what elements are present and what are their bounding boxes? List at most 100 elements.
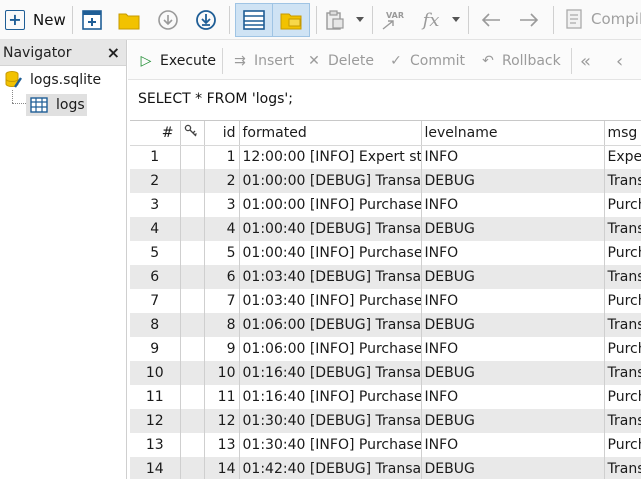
rollback-button[interactable]: ↶ Rollback	[480, 50, 561, 72]
formated-cell[interactable]: 01:00:40 [INFO] Purchase...	[239, 241, 422, 265]
key-cell[interactable]	[180, 361, 205, 385]
open-folder-icon[interactable]	[117, 8, 141, 32]
close-icon[interactable]: ×	[107, 43, 120, 62]
key-cell[interactable]	[180, 241, 205, 265]
row-number-cell[interactable]: 12	[130, 409, 181, 433]
key-cell[interactable]	[180, 265, 205, 289]
key-cell[interactable]	[180, 169, 205, 193]
msg-cell[interactable]: Transa	[604, 217, 641, 241]
table-row[interactable]: 2201:00:00 [DEBUG] Transa...DEBUGTransa	[130, 169, 641, 193]
previous-page-icon[interactable]: ‹	[616, 50, 623, 72]
tree-item-database[interactable]: logs.sqlite	[4, 70, 101, 90]
levelname-cell[interactable]: INFO	[421, 289, 605, 313]
formated-cell[interactable]: 01:06:00 [INFO] Purchase...	[239, 337, 422, 361]
msg-cell[interactable]: Transa	[604, 409, 641, 433]
id-cell[interactable]: 2	[204, 169, 240, 193]
insert-button[interactable]: ⇉ Insert	[232, 50, 294, 72]
formated-cell[interactable]: 12:00:00 [INFO] Expert st...	[239, 145, 422, 169]
column-header-rownum[interactable]: #	[130, 121, 181, 146]
levelname-cell[interactable]: DEBUG	[421, 361, 605, 385]
id-cell[interactable]: 7	[204, 289, 240, 313]
msg-cell[interactable]: Purcha	[604, 337, 641, 361]
column-header-levelname[interactable]: levelname	[421, 121, 605, 146]
formated-cell[interactable]: 01:00:00 [DEBUG] Transa...	[239, 169, 422, 193]
levelname-cell[interactable]: INFO	[421, 193, 605, 217]
commit-button[interactable]: ✓ Commit	[388, 50, 465, 72]
levelname-cell[interactable]: INFO	[421, 433, 605, 457]
table-row[interactable]: 1112:00:00 [INFO] Expert st...INFOExpert	[130, 145, 641, 169]
msg-cell[interactable]: Transa	[604, 361, 641, 385]
chevron-down-icon[interactable]	[452, 17, 460, 22]
row-number-cell[interactable]: 10	[130, 361, 181, 385]
id-cell[interactable]: 14	[204, 457, 240, 479]
column-header-formated[interactable]: formated	[239, 121, 422, 146]
table-row[interactable]: 8801:06:00 [DEBUG] Transa...DEBUGTransa	[130, 313, 641, 337]
row-number-cell[interactable]: 1	[130, 145, 181, 169]
msg-cell[interactable]: Transa	[604, 457, 641, 479]
tree-item-table-logs[interactable]: logs	[26, 94, 87, 116]
id-cell[interactable]: 6	[204, 265, 240, 289]
function-icon[interactable]: fx	[419, 8, 443, 32]
key-cell[interactable]	[180, 433, 205, 457]
formated-cell[interactable]: 01:42:40 [DEBUG] Transa...	[239, 457, 422, 479]
formated-cell[interactable]: 01:00:00 [INFO] Purchase...	[239, 193, 422, 217]
table-row[interactable]: 111101:16:40 [INFO] Purchase...INFOPurch…	[130, 385, 641, 409]
levelname-cell[interactable]: DEBUG	[421, 409, 605, 433]
sql-query-text[interactable]: SELECT * FROM 'logs';	[138, 91, 293, 107]
column-header-msg[interactable]: msg	[604, 121, 641, 146]
chevron-down-icon[interactable]	[356, 17, 364, 22]
msg-cell[interactable]: Transa	[604, 313, 641, 337]
key-cell[interactable]	[180, 385, 205, 409]
formated-cell[interactable]: 01:16:40 [DEBUG] Transa...	[239, 361, 422, 385]
key-cell[interactable]	[180, 217, 205, 241]
msg-cell[interactable]: Purcha	[604, 241, 641, 265]
save-download-icon[interactable]	[194, 8, 218, 32]
levelname-cell[interactable]: DEBUG	[421, 217, 605, 241]
table-row[interactable]: 9901:06:00 [INFO] Purchase...INFOPurcha	[130, 337, 641, 361]
compile-button[interactable]: Compile	[565, 8, 641, 30]
table-row[interactable]: 5501:00:40 [INFO] Purchase...INFOPurcha	[130, 241, 641, 265]
row-number-cell[interactable]: 3	[130, 193, 181, 217]
key-cell[interactable]	[180, 457, 205, 479]
row-number-cell[interactable]: 9	[130, 337, 181, 361]
msg-cell[interactable]: Expert	[604, 145, 641, 169]
id-cell[interactable]: 10	[204, 361, 240, 385]
id-cell[interactable]: 1	[204, 145, 240, 169]
column-header-id[interactable]: id	[204, 121, 240, 146]
forward-arrow-icon[interactable]	[517, 8, 541, 32]
formated-cell[interactable]: 01:30:40 [DEBUG] Transa...	[239, 409, 422, 433]
delete-button[interactable]: ✕ Delete	[306, 50, 374, 72]
table-row[interactable]: 141401:42:40 [DEBUG] Transa...DEBUGTrans…	[130, 457, 641, 479]
id-cell[interactable]: 13	[204, 433, 240, 457]
levelname-cell[interactable]: INFO	[421, 385, 605, 409]
column-header-key[interactable]	[180, 121, 205, 146]
key-cell[interactable]	[180, 193, 205, 217]
id-cell[interactable]: 5	[204, 241, 240, 265]
levelname-cell[interactable]: INFO	[421, 241, 605, 265]
id-cell[interactable]: 8	[204, 313, 240, 337]
msg-cell[interactable]: Transa	[604, 169, 641, 193]
id-cell[interactable]: 11	[204, 385, 240, 409]
row-number-cell[interactable]: 14	[130, 457, 181, 479]
formated-cell[interactable]: 01:03:40 [DEBUG] Transa...	[239, 265, 422, 289]
id-cell[interactable]: 12	[204, 409, 240, 433]
download-icon[interactable]	[156, 8, 180, 32]
levelname-cell[interactable]: INFO	[421, 337, 605, 361]
key-cell[interactable]	[180, 145, 205, 169]
id-cell[interactable]: 4	[204, 217, 240, 241]
new-button[interactable]: + New	[5, 5, 66, 35]
row-number-cell[interactable]: 8	[130, 313, 181, 337]
execute-button[interactable]: ▷ Execute	[138, 50, 216, 72]
key-cell[interactable]	[180, 313, 205, 337]
first-page-icon[interactable]: «	[580, 50, 591, 72]
levelname-cell[interactable]: DEBUG	[421, 265, 605, 289]
row-number-cell[interactable]: 5	[130, 241, 181, 265]
formated-cell[interactable]: 01:16:40 [INFO] Purchase...	[239, 385, 422, 409]
levelname-cell[interactable]: INFO	[421, 145, 605, 169]
row-number-cell[interactable]: 4	[130, 217, 181, 241]
table-row[interactable]: 121201:30:40 [DEBUG] Transa...DEBUGTrans…	[130, 409, 641, 433]
table-row[interactable]: 6601:03:40 [DEBUG] Transa...DEBUGTransa	[130, 265, 641, 289]
formated-cell[interactable]: 01:06:00 [DEBUG] Transa...	[239, 313, 422, 337]
formated-cell[interactable]: 01:30:40 [INFO] Purchase...	[239, 433, 422, 457]
row-number-cell[interactable]: 13	[130, 433, 181, 457]
